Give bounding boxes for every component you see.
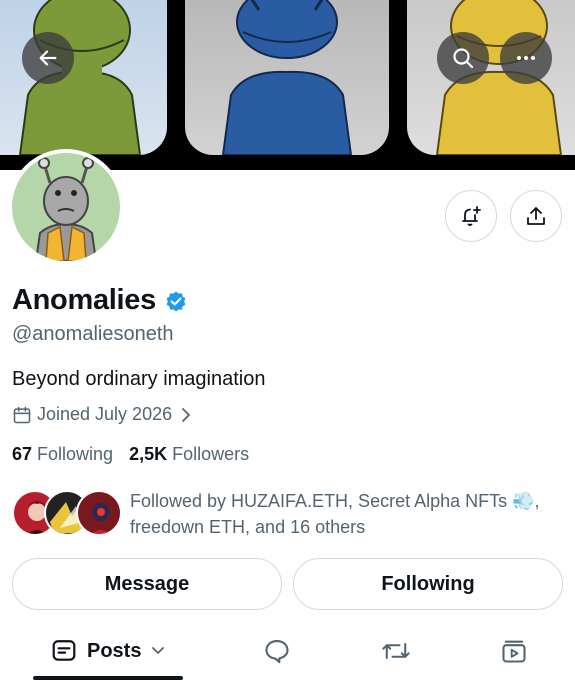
tab-media[interactable]	[500, 635, 528, 667]
tab-replies[interactable]	[263, 635, 291, 667]
followed-by-line-2: freedown ETH, and 16 others	[130, 517, 366, 537]
verified-badge-icon[interactable]	[164, 290, 188, 314]
following-stat-label: Following	[37, 444, 114, 464]
notifications-button[interactable]	[445, 190, 497, 242]
followed-by-line-1: Followed by HUZAIFA.ETH, Secret Alpha NF…	[130, 491, 540, 511]
mutual-avatar	[76, 490, 122, 536]
joined-date[interactable]: Joined July 2026	[12, 404, 197, 425]
following-count: 67	[12, 444, 33, 464]
chevron-right-icon	[182, 407, 191, 422]
banner-panel-yellow	[407, 0, 575, 155]
more-button[interactable]	[500, 32, 552, 84]
arrow-left-icon	[39, 50, 57, 66]
repost-icon	[382, 643, 410, 659]
profile-banner[interactable]	[0, 0, 575, 170]
search-icon	[453, 48, 474, 69]
message-button[interactable]: Message	[12, 558, 282, 610]
reply-icon	[265, 640, 289, 664]
tab-posts[interactable]: Posts	[51, 635, 165, 667]
posts-icon	[52, 640, 76, 661]
back-button[interactable]	[22, 32, 74, 84]
following-button[interactable]: Following	[293, 558, 563, 610]
tab-posts-label: Posts	[87, 639, 142, 662]
tab-reposts[interactable]	[381, 635, 411, 667]
banner-panel-green	[0, 0, 167, 155]
followed-by-section[interactable]: Followed by HUZAIFA.ETH, Secret Alpha NF…	[12, 488, 572, 544]
profile-name-row: Anomalies	[12, 284, 188, 317]
calendar-icon	[13, 406, 31, 423]
avatar-image	[12, 153, 120, 261]
active-tab-indicator	[33, 676, 183, 680]
chevron-down-icon	[152, 647, 165, 654]
profile-bio: Beyond ordinary imagination	[12, 368, 266, 390]
profile-handle: @anomaliesoneth	[12, 323, 174, 345]
profile-avatar[interactable]	[8, 149, 124, 265]
followers-link[interactable]: 2,5K Followers	[129, 444, 249, 465]
followers-count: 2,5K	[129, 444, 168, 464]
more-horizontal-icon	[517, 56, 535, 60]
media-icon	[502, 640, 526, 663]
share-button[interactable]	[510, 190, 562, 242]
search-button[interactable]	[437, 32, 489, 84]
follow-stats: 67 Following 2,5K Followers	[12, 444, 265, 465]
followers-stat-label: Followers	[172, 444, 250, 464]
mutual-avatars	[12, 490, 122, 536]
share-icon	[527, 207, 545, 225]
profile-tabs: Posts	[0, 625, 575, 680]
banner-panel-blue	[185, 0, 389, 155]
following-link[interactable]: 67 Following	[12, 444, 113, 465]
bell-plus-icon	[462, 206, 481, 226]
joined-label: Joined July 2026	[37, 404, 173, 424]
followed-by-text: Followed by HUZAIFA.ETH, Secret Alpha NF…	[130, 488, 560, 540]
profile-name: Anomalies	[12, 284, 156, 316]
